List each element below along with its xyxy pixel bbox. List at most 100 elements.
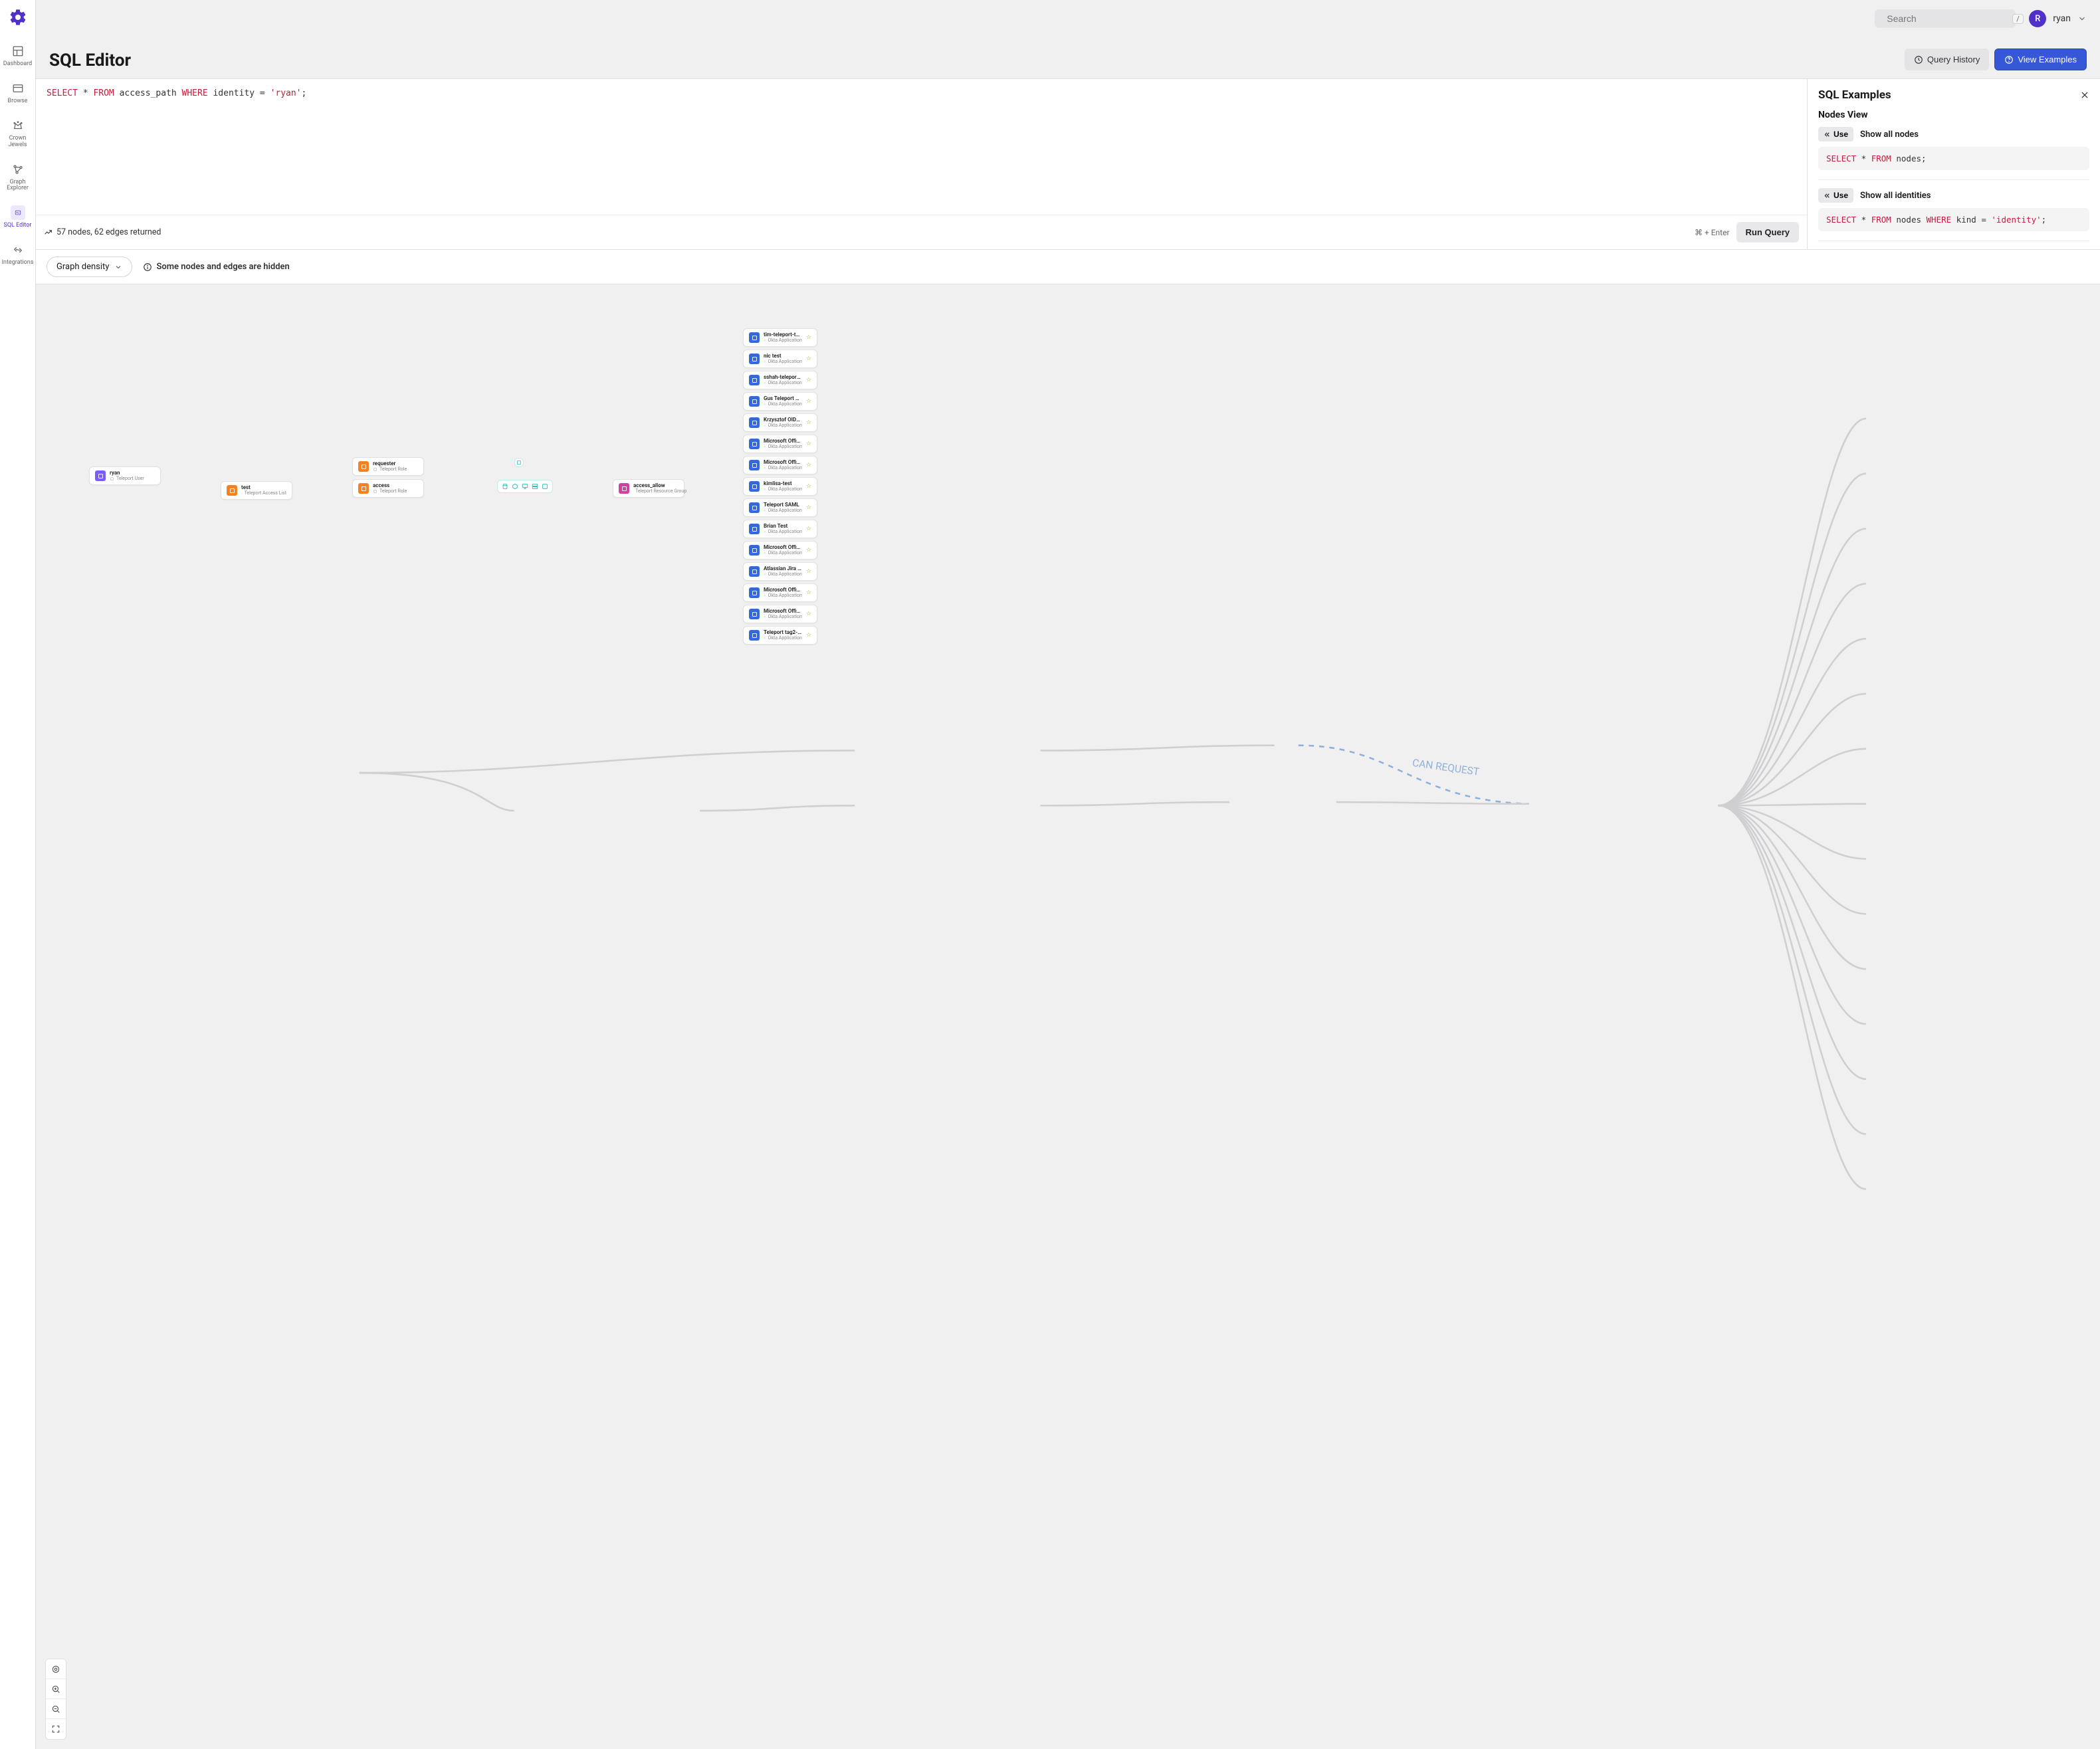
node-icon [749, 524, 760, 534]
node-icon [749, 396, 760, 407]
node-icon [95, 470, 106, 481]
desktop-icon [522, 483, 528, 490]
database-icon [502, 483, 508, 490]
zoom-out-button[interactable] [46, 1699, 66, 1719]
star-icon: ☆ [806, 547, 811, 554]
user-menu[interactable]: R ryan [2029, 10, 2087, 27]
node-sub: Teleport User [110, 476, 144, 482]
user-name: ryan [2053, 13, 2071, 24]
example-item: Use Show all nodes SELECT * FROM nodes; [1818, 127, 2089, 180]
sidebar-item-browse[interactable]: Browse [0, 74, 35, 112]
graph-result-icon [44, 228, 52, 237]
node-sub: Okta Application [764, 508, 802, 514]
info-icon [143, 262, 152, 272]
graph-node[interactable]: Teleport tag2-nodeOkta Application☆ [743, 626, 817, 645]
star-icon: ☆ [806, 632, 811, 639]
graph-node[interactable]: ryanTeleport User [89, 466, 161, 485]
editor-area: SELECT * FROM access_path WHERE identity… [36, 78, 2100, 250]
node-sub: Okta Application [764, 636, 802, 641]
avatar: R [2029, 10, 2046, 27]
graph-node[interactable]: Gus Teleport SAMLOkta Application☆ [743, 392, 817, 411]
view-examples-label: View Examples [2018, 54, 2077, 64]
graph-node[interactable]: tim-teleport-testOkta Application☆ [743, 328, 817, 347]
locate-button[interactable] [46, 1659, 66, 1679]
map-controls [45, 1659, 66, 1740]
node-icon [749, 417, 760, 428]
graph-node[interactable]: sshah-teleport-saml-idp...Okta Applicati… [743, 371, 817, 389]
server-icon [532, 483, 538, 490]
graph-density-dropdown[interactable]: Graph density [47, 257, 132, 277]
chevron-left-double-icon [1824, 131, 1831, 138]
star-icon: ☆ [806, 356, 811, 362]
graph-toolbar: Graph density Some nodes and edges are h… [36, 250, 2100, 284]
node-icon [227, 485, 237, 496]
use-example-button[interactable]: Use [1818, 127, 1853, 142]
sidebar-item-integrations[interactable]: Integrations [0, 236, 35, 273]
node-sub: Teleport Role [373, 489, 407, 494]
graph-node[interactable]: Microsoft Office 365Okta Application☆ [743, 456, 817, 474]
graph-node[interactable]: access_allowTeleport Resource Group [613, 479, 684, 498]
graph-node[interactable]: Brian TestOkta Application☆ [743, 520, 817, 538]
example-code: SELECT * FROM nodes; [1818, 147, 2089, 170]
graph-node[interactable]: kimlisa-testOkta Application☆ [743, 477, 817, 496]
graph-node[interactable]: requesterTeleport Role [352, 457, 424, 476]
sql-editor[interactable]: SELECT * FROM access_path WHERE identity… [36, 79, 1807, 215]
star-icon: ☆ [806, 589, 811, 596]
graph-density-label: Graph density [56, 262, 109, 272]
node-sub: Okta Application [764, 423, 802, 429]
node-sub: Teleport Resource Group [633, 489, 679, 494]
application-icon [542, 483, 548, 490]
chevron-down-icon [114, 263, 122, 271]
run-query-button[interactable]: Run Query [1736, 222, 1799, 243]
editor-pane: SELECT * FROM access_path WHERE identity… [36, 79, 1808, 249]
node-icon [749, 354, 760, 364]
sidebar-item-label: Graph Explorer [1, 179, 34, 193]
history-icon [1914, 55, 1923, 64]
use-example-button[interactable]: Use [1818, 188, 1853, 203]
graph-node[interactable]: Atlassian Jira ServerOkta Application☆ [743, 562, 817, 581]
graph-canvas[interactable]: CAN REQUEST ryanTeleport UsertestTelepor… [36, 284, 2100, 1749]
graph-node[interactable]: testTeleport Access List [221, 481, 292, 500]
close-icon[interactable] [2080, 90, 2089, 100]
sidebar-item-dashboard[interactable]: Dashboard [0, 37, 35, 74]
sidebar-item-label: SQL Editor [4, 223, 32, 229]
resource-type-icons[interactable] [497, 480, 553, 493]
run-shortcut-hint: ⌘ + Enter [1695, 228, 1730, 237]
node-sub: Okta Application [764, 402, 802, 407]
page-title: SQL Editor [49, 51, 131, 70]
graph-node[interactable]: Microsoft Office 365Okta Application☆ [743, 583, 817, 602]
help-icon [2004, 55, 2014, 64]
graph-node[interactable]: Teleport SAMLOkta Application☆ [743, 498, 817, 517]
star-icon: ☆ [806, 504, 811, 511]
fit-button[interactable] [46, 1719, 66, 1739]
graph-node[interactable]: Krzysztof OIDC SSO AppOkta Application☆ [743, 413, 817, 432]
search-shortcut: / [2012, 14, 2024, 24]
search-input[interactable] [1887, 13, 2007, 24]
sidebar-item-crown-jewels[interactable]: Crown Jewels [0, 112, 35, 155]
graph-node[interactable]: Microsoft Office 365Okta Application☆ [743, 435, 817, 453]
examples-title: SQL Examples [1818, 88, 1891, 102]
sidebar-item-sql-editor[interactable]: SQL Editor [0, 199, 35, 236]
example-code: SELECT * FROM nodes WHERE kind = 'identi… [1818, 208, 2089, 231]
node-icon [749, 587, 760, 598]
graph-node[interactable]: Microsoft Office 365Okta Application☆ [743, 541, 817, 560]
node-icon [749, 502, 760, 513]
node-sub: Teleport Access List [241, 491, 286, 496]
graph-node[interactable]: nic testOkta Application☆ [743, 350, 817, 368]
example-label: Show all nodes [1860, 130, 1919, 140]
star-icon: ☆ [806, 441, 811, 447]
search-box[interactable]: / [1875, 9, 2016, 28]
node-icon [749, 609, 760, 619]
graph-node[interactable]: Microsoft Office 365Okta Application☆ [743, 605, 817, 623]
header: / R ryan SQL Editor Query History [36, 0, 2100, 78]
node-sub: Okta Application [764, 338, 802, 344]
zoom-in-button[interactable] [46, 1679, 66, 1699]
graph-mini-node[interactable] [514, 458, 524, 467]
node-icon [749, 460, 760, 470]
query-history-button[interactable]: Query History [1905, 49, 1989, 70]
graph-node[interactable]: accessTeleport Role [352, 479, 424, 498]
view-examples-button[interactable]: View Examples [1994, 49, 2087, 70]
examples-section-title: Nodes View [1818, 110, 2089, 120]
sidebar-item-graph-explorer[interactable]: Graph Explorer [0, 155, 35, 199]
star-icon: ☆ [806, 419, 811, 426]
